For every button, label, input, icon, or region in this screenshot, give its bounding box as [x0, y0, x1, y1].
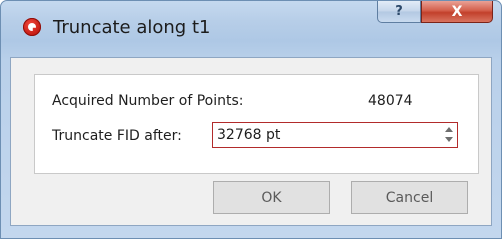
spin-arrows[interactable] [443, 125, 455, 145]
truncate-fid-input[interactable] [213, 123, 437, 147]
truncate-fid-label: Truncate FID after: [52, 128, 182, 144]
close-icon: X [451, 3, 463, 20]
title-bar[interactable]: Truncate along t1 ? X [1, 1, 501, 57]
close-button[interactable]: X [421, 1, 493, 23]
acquired-points-label: Acquired Number of Points: [52, 93, 244, 109]
form-panel: Acquired Number of Points: 48074 Truncat… [34, 74, 479, 174]
ok-button[interactable]: OK [213, 181, 330, 214]
help-button[interactable]: ? [377, 1, 421, 23]
acquired-points-value: 48074 [368, 93, 413, 109]
app-logo-icon [23, 18, 41, 36]
dialog-window: Truncate along t1 ? X Acquired Number of… [0, 0, 502, 239]
help-icon: ? [395, 4, 403, 19]
dialog-body: Acquired Number of Points: 48074 Truncat… [10, 57, 492, 226]
dialog-title: Truncate along t1 [53, 17, 211, 38]
cancel-button[interactable]: Cancel [351, 181, 468, 214]
truncate-fid-spinbox[interactable] [212, 122, 458, 148]
spin-down-icon[interactable] [445, 137, 453, 142]
spin-up-icon[interactable] [445, 127, 453, 132]
